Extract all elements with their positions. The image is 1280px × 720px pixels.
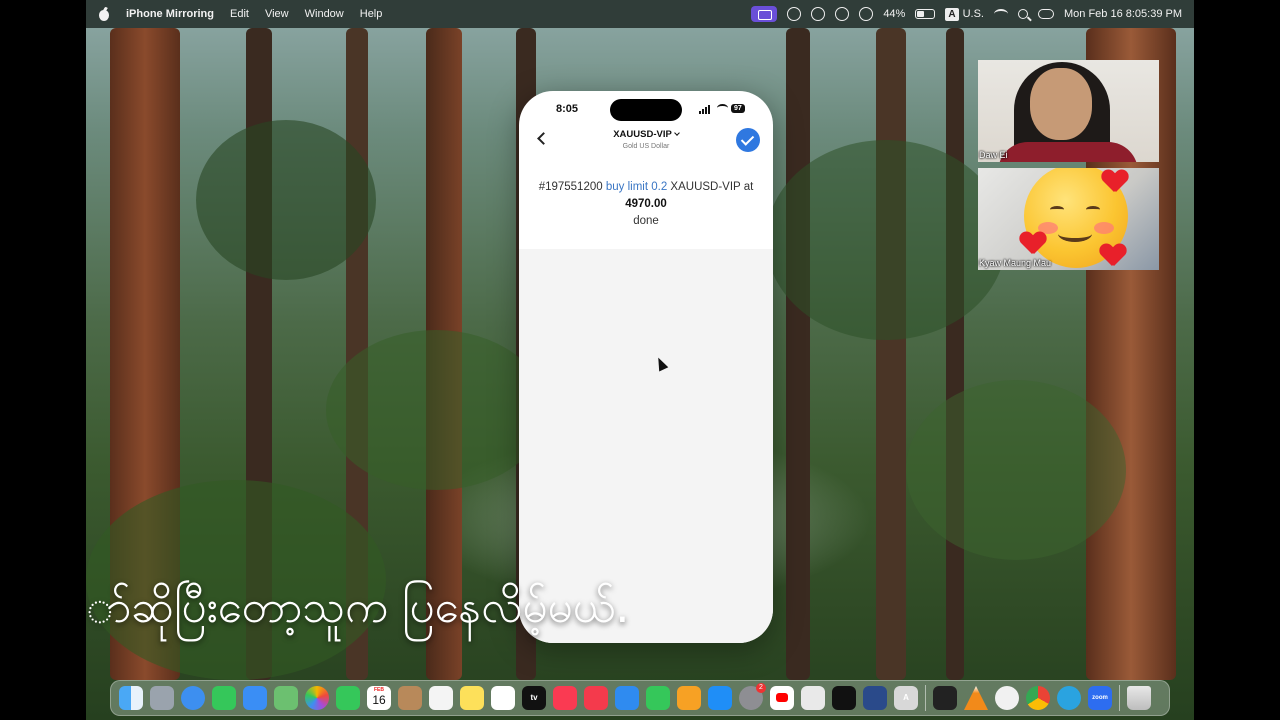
metatrader-icon[interactable]: [863, 686, 887, 710]
app-store-icon[interactable]: [708, 686, 732, 710]
participant-name: Daw Ei: [979, 150, 1008, 160]
launchpad-icon[interactable]: [150, 686, 174, 710]
iphone-mirroring-window[interactable]: 8:05 97 XAUUSD-VIP Gold US Dollar #19755…: [519, 91, 773, 643]
dynamic-island: [610, 99, 682, 121]
order-type: buy limit 0.2: [605, 181, 668, 193]
order-id: #197551200: [538, 181, 603, 193]
photos-icon[interactable]: [305, 686, 329, 710]
menu-help[interactable]: Help: [360, 8, 383, 20]
iphone-mirroring-dock-icon[interactable]: [801, 686, 825, 710]
settings-badge: 2: [756, 683, 766, 693]
info-icon[interactable]: [787, 7, 802, 21]
battery-icon[interactable]: [915, 9, 936, 19]
symbol-selector[interactable]: XAUUSD-VIP: [519, 129, 773, 140]
play-icon[interactable]: [859, 7, 874, 21]
wifi-icon[interactable]: [993, 9, 1008, 19]
time-machine-icon[interactable]: [835, 7, 850, 21]
phone-wifi-icon: [717, 104, 728, 112]
control-center-icon[interactable]: [1037, 9, 1054, 19]
iphone-mirroring-icon[interactable]: [751, 6, 778, 22]
freeform-icon[interactable]: [491, 686, 515, 710]
contacts-icon[interactable]: [398, 686, 422, 710]
keynote-icon[interactable]: [615, 686, 639, 710]
phone-battery: 97: [731, 104, 745, 113]
heart-icon: [1100, 244, 1126, 268]
foliage: [196, 120, 376, 280]
finder-icon[interactable]: [119, 686, 143, 710]
input-source-label[interactable]: U.S.: [963, 8, 984, 20]
apple-logo-icon[interactable]: [98, 7, 110, 21]
symbol-subtitle: Gold US Dollar: [622, 143, 670, 150]
chrome-icon[interactable]: [1026, 686, 1050, 710]
safari-icon[interactable]: [181, 686, 205, 710]
font-book-label: A: [903, 693, 909, 702]
youtube-icon[interactable]: [770, 686, 794, 710]
input-source-badge[interactable]: A: [945, 7, 959, 21]
tradingview-icon[interactable]: [832, 686, 856, 710]
emoji-eye: [1050, 206, 1064, 213]
zoom-icon[interactable]: zoom: [1088, 686, 1112, 710]
tv-label: tv: [530, 693, 538, 702]
participant-video-tile[interactable]: Kyaw Maung Mau: [978, 168, 1159, 270]
foliage: [906, 380, 1126, 560]
maps-icon[interactable]: [274, 686, 298, 710]
reminders-icon[interactable]: [429, 686, 453, 710]
symbol-title: XAUUSD-VIP: [613, 129, 672, 140]
paint-icon[interactable]: [995, 686, 1019, 710]
participant-face: [1030, 68, 1092, 140]
music-icon[interactable]: [553, 686, 577, 710]
heart-icon: [1102, 170, 1128, 194]
trash-icon[interactable]: [1127, 686, 1151, 710]
emoji-eye: [1086, 206, 1100, 213]
order-symbol: XAUUSD-VIP at: [670, 181, 754, 193]
order-result: #197551200 buy limit 0.2 XAUUSD-VIP at 4…: [531, 179, 761, 230]
dock-separator: [925, 685, 926, 711]
calendar-day: 16: [372, 693, 386, 707]
confirm-check-button[interactable]: [736, 128, 760, 152]
vlc-icon[interactable]: [964, 686, 988, 710]
news-icon[interactable]: [584, 686, 608, 710]
menu-view[interactable]: View: [265, 8, 289, 20]
zoom-label: zoom: [1092, 695, 1108, 701]
messages-icon[interactable]: [212, 686, 236, 710]
order-price: 4970.00: [625, 198, 667, 210]
participant-shirt: [998, 142, 1138, 162]
facetime-icon[interactable]: [336, 686, 360, 710]
numbers-icon[interactable]: [646, 686, 670, 710]
menu-clock[interactable]: Mon Feb 16 8:05:39 PM: [1064, 8, 1182, 20]
apple-tv-icon[interactable]: tv: [522, 686, 546, 710]
menu-bar: iPhone Mirroring Edit View Window Help 4…: [86, 0, 1194, 28]
telegram-icon[interactable]: [1057, 686, 1081, 710]
participant-name: Kyaw Maung Mau: [979, 258, 1052, 268]
font-book-icon[interactable]: A: [894, 686, 918, 710]
chevron-down-icon: [673, 130, 680, 136]
foliage: [766, 140, 1006, 340]
battery-level: [917, 11, 925, 17]
dock-separator: [1119, 685, 1120, 711]
emoji-blush: [1094, 222, 1114, 234]
cellular-signal-icon: [699, 105, 710, 114]
calendar-icon[interactable]: FEB 16: [367, 686, 391, 710]
heart-icon: [1020, 232, 1046, 256]
fingerprint-icon[interactable]: [811, 7, 826, 21]
order-status: done: [633, 215, 659, 227]
mail-icon[interactable]: [243, 686, 267, 710]
piano-icon[interactable]: [933, 686, 957, 710]
foliage: [326, 330, 546, 490]
phone-status-time: 8:05: [556, 103, 579, 115]
pages-icon[interactable]: [677, 686, 701, 710]
menu-edit[interactable]: Edit: [230, 8, 249, 20]
status-area: 44% A U.S. Mon Feb 16 8:05:39 PM: [751, 6, 1182, 22]
emoji-smile: [1058, 226, 1092, 242]
battery-percent: 44%: [883, 8, 906, 20]
participant-video-tile[interactable]: Daw Ei: [978, 60, 1159, 162]
dock: FEB 16 tv 2 A zoom: [110, 680, 1170, 716]
system-settings-icon[interactable]: 2: [739, 683, 766, 710]
spotlight-search-icon[interactable]: [1017, 9, 1028, 19]
video-subtitle: ာ်ဆိုပြီးတော့သူက ပြနေလိမ့်မယ်.: [86, 582, 630, 633]
notes-icon[interactable]: [460, 686, 484, 710]
app-menu[interactable]: iPhone Mirroring: [126, 8, 214, 20]
menu-window[interactable]: Window: [305, 8, 344, 20]
